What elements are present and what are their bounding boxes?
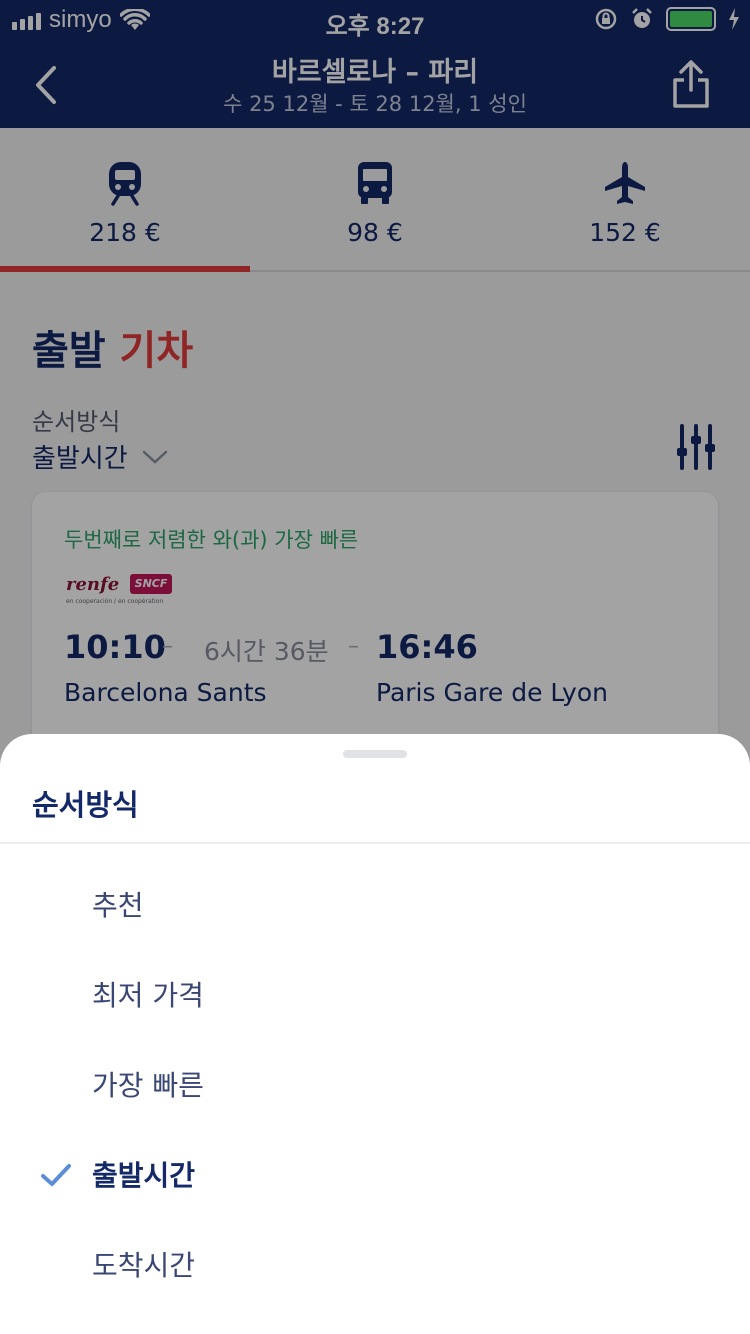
sheet-grabber[interactable] [343, 750, 407, 758]
sort-option-fastest[interactable]: 가장 빠른 [0, 1040, 750, 1130]
checkmark-icon [41, 1164, 71, 1186]
sort-option-arrival[interactable]: 도착시간 [0, 1220, 750, 1310]
sheet-title: 순서방식 [32, 788, 139, 822]
option-label: 가장 빠른 [92, 1069, 204, 1102]
option-label: 추천 [92, 889, 144, 922]
sort-option-cheapest[interactable]: 최저 가격 [0, 950, 750, 1040]
sort-option-departure[interactable]: 출발시간 [0, 1130, 750, 1220]
option-label: 도착시간 [92, 1249, 196, 1282]
option-label: 최저 가격 [92, 979, 204, 1012]
divider [0, 842, 750, 844]
option-label: 출발시간 [92, 1159, 196, 1192]
sort-bottom-sheet: 순서방식 추천 최저 가격 가장 빠른 출발시간 도착시간 [0, 734, 750, 1334]
sort-option-recommended[interactable]: 추천 [0, 860, 750, 950]
